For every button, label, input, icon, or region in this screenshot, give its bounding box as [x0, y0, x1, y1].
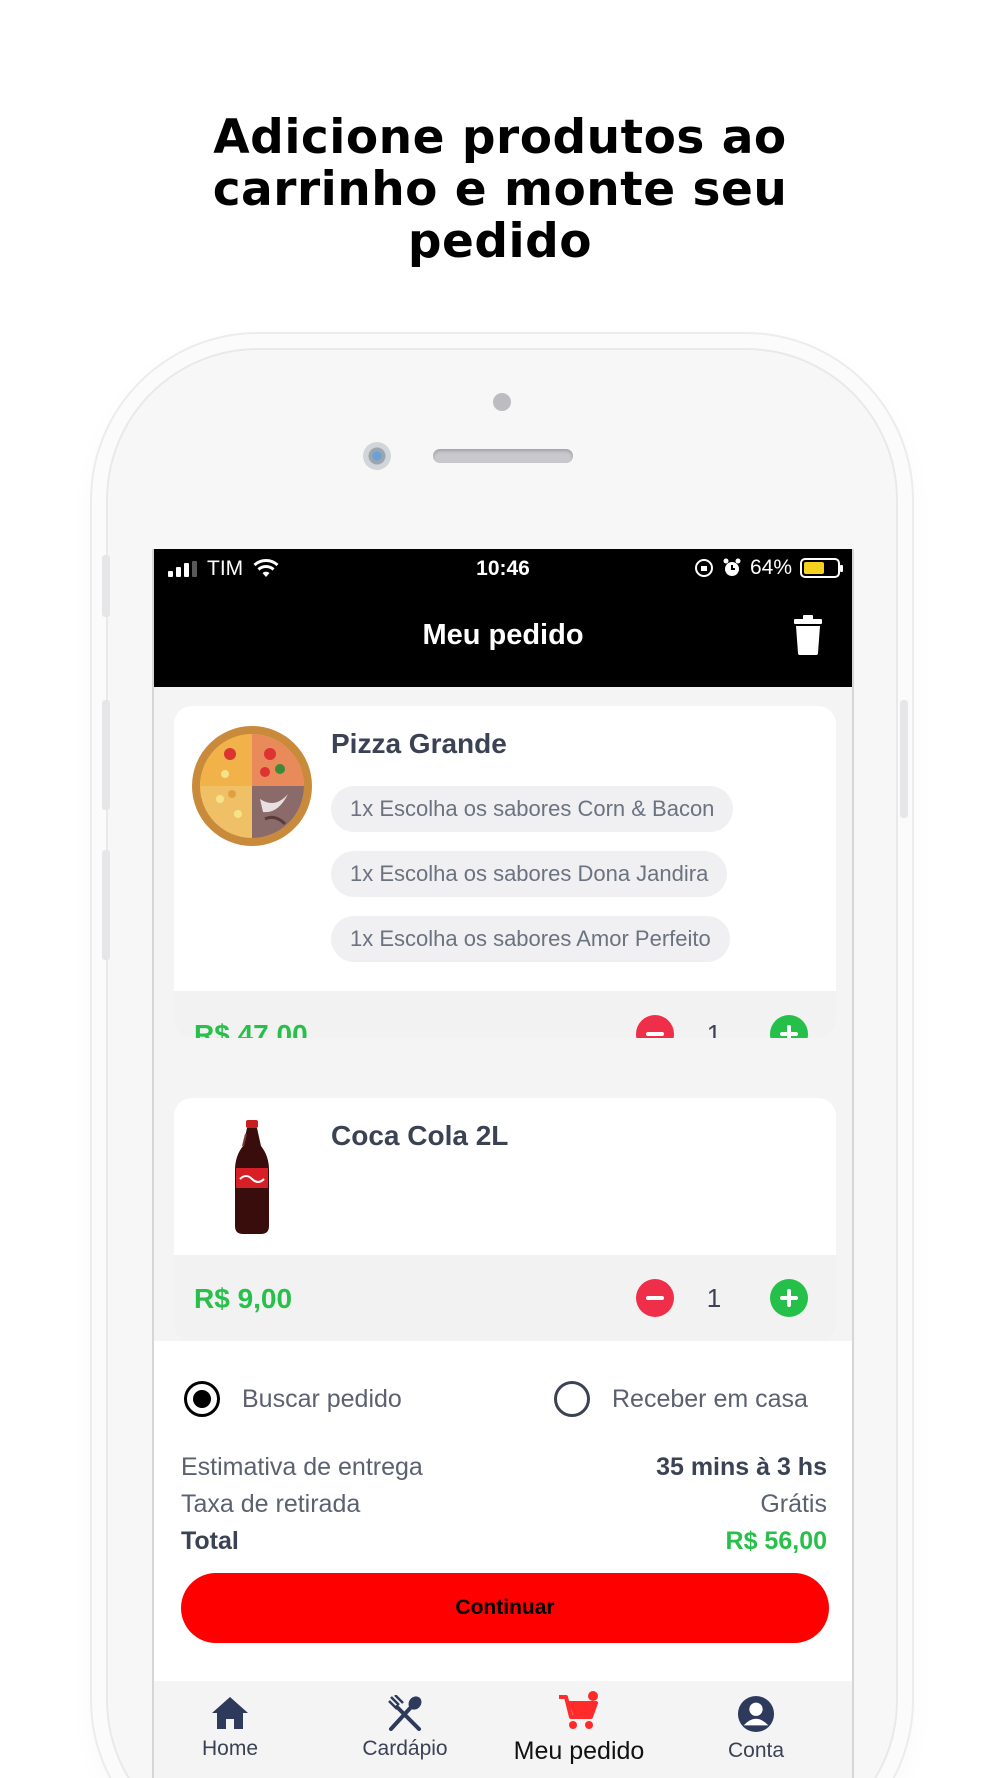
tab-home[interactable]: Home — [155, 1695, 305, 1761]
estimate-row: Estimativa de entrega 35 mins à 3 hs — [181, 1453, 827, 1482]
delivery-label: Receber em casa — [612, 1384, 808, 1413]
decrease-quantity-button[interactable] — [636, 1279, 674, 1317]
fee-value: Grátis — [760, 1490, 827, 1518]
tab-conta[interactable]: Conta — [681, 1695, 831, 1763]
earpiece-speaker — [433, 449, 573, 463]
tab-label: Meu pedido — [513, 1737, 645, 1765]
fee-label: Taxa de retirada — [181, 1490, 361, 1518]
soda-bottle-image — [235, 1120, 269, 1234]
total-value: R$ 56,00 — [725, 1527, 827, 1555]
item-price: R$ 9,00 — [194, 1283, 293, 1314]
item-price: R$ 47,00 — [194, 1019, 308, 1038]
cart-badge — [588, 1691, 598, 1701]
phone-power-button — [900, 700, 908, 818]
battery-level — [804, 562, 825, 574]
decrease-quantity-button[interactable] — [636, 1015, 674, 1038]
fee-row: Taxa de retirada Grátis — [181, 1490, 827, 1519]
pizza-image — [192, 726, 312, 846]
trash-icon[interactable] — [792, 615, 824, 655]
phone-volume-down — [102, 850, 110, 960]
item-name: Coca Cola 2L — [331, 1120, 509, 1151]
pickup-radio[interactable] — [184, 1381, 220, 1417]
bottom-tab-bar: Home Cardápio Meu pedido Conta — [154, 1681, 852, 1778]
tab-label: Cardápio — [362, 1737, 448, 1760]
continue-button[interactable]: Continuar — [181, 1573, 829, 1643]
tab-label: Home — [201, 1737, 259, 1760]
battery-percent: 64% — [749, 556, 792, 579]
item-quantity: 1 — [706, 1283, 722, 1313]
delivery-radio[interactable] — [554, 1381, 590, 1417]
home-icon — [212, 1697, 248, 1729]
item-option: 1x Escolha os sabores Corn & Bacon — [331, 786, 734, 832]
page-title: Meu pedido — [422, 619, 584, 651]
estimate-value: 35 mins à 3 hs — [656, 1453, 827, 1481]
item-option: 1x Escolha os sabores Amor Perfeito — [331, 916, 730, 962]
total-label: Total — [181, 1527, 239, 1555]
item-footer: R$ 9,00 1 — [174, 1255, 836, 1343]
item-quantity: 1 — [706, 1019, 722, 1038]
total-row: Total R$ 56,00 — [181, 1527, 827, 1556]
cart-item: Coca Cola 2L R$ 9,00 1 — [174, 1098, 836, 1343]
tab-label: Conta — [727, 1739, 785, 1762]
tab-cardapio[interactable]: Cardápio — [330, 1695, 480, 1761]
front-camera — [363, 442, 391, 470]
cart-item: Pizza Grande 1x Escolha os sabores Corn … — [174, 706, 836, 1038]
pickup-label: Buscar pedido — [242, 1384, 402, 1413]
increase-quantity-button[interactable] — [770, 1279, 808, 1317]
item-footer: R$ 47,00 1 — [174, 991, 836, 1038]
phone-sensor — [493, 393, 511, 411]
rotation-lock-icon — [694, 559, 713, 577]
account-icon — [737, 1695, 775, 1733]
increase-quantity-button[interactable] — [770, 1015, 808, 1038]
order-summary-panel: Buscar pedido Receber em casa Estimativa… — [154, 1341, 852, 1681]
pickup-option[interactable]: Buscar pedido — [184, 1381, 402, 1417]
tab-meu-pedido[interactable]: Meu pedido — [504, 1691, 654, 1766]
headline: Adicione produtos ao carrinho e monte se… — [212, 110, 788, 269]
utensils-icon — [388, 1695, 422, 1731]
phone-volume-up — [102, 700, 110, 810]
alarm-icon — [723, 558, 741, 576]
cart-icon — [559, 1691, 598, 1729]
item-option: 1x Escolha os sabores Dona Jandira — [331, 851, 728, 897]
status-bar: TIM 10:46 64% — [154, 549, 852, 587]
phone-screen: TIM 10:46 64% Meu pedido Pizza Grande 1x… — [152, 549, 854, 1778]
delivery-option[interactable]: Receber em casa — [554, 1381, 808, 1417]
item-name: Pizza Grande — [331, 728, 507, 759]
estimate-label: Estimativa de entrega — [181, 1453, 423, 1481]
phone-side-button — [102, 555, 110, 617]
app-header: Meu pedido — [154, 587, 852, 687]
battery-icon — [800, 558, 843, 578]
